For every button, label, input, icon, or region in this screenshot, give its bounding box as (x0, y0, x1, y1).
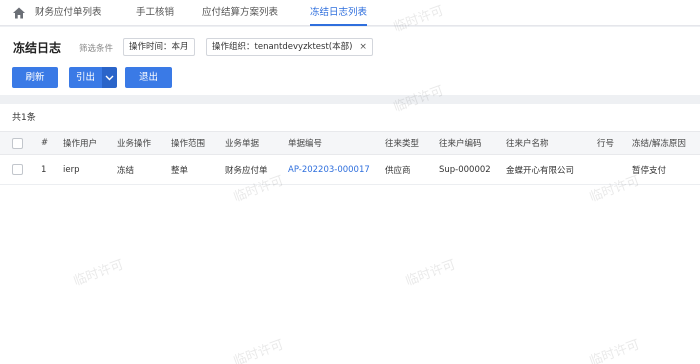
tab-freeze-log[interactable]: 冻结日志列表 (310, 0, 368, 26)
page-title: 冻结日志 (13, 41, 62, 55)
col-header-reason[interactable]: 冻结/解冻原因 (632, 132, 686, 154)
cell-index: 1 (41, 164, 47, 175)
cell-user: ierp (63, 164, 80, 175)
filter-label: 筛选条件 (79, 44, 114, 54)
filter-tag-org[interactable]: 操作组织：tenantdevyzktest(本部) × (206, 38, 373, 56)
col-header-operation[interactable]: 业务操作 (117, 132, 151, 154)
filter-tag-org-label: 操作组织：tenantdevyzktest(本部) (212, 42, 353, 52)
tab-bar: 财务应付单列表 手工核销 应付结算方案列表 冻结日志列表 (0, 0, 700, 26)
cell-reason: 暂停支付 (632, 165, 667, 176)
select-all-checkbox[interactable] (12, 137, 23, 149)
export-split-button: 引出 (69, 67, 117, 88)
cell-document: 财务应付单 (225, 165, 268, 176)
col-header-partner-code[interactable]: 往来户编码 (439, 132, 482, 154)
page-header: 冻结日志 筛选条件 操作时间：本月 操作组织：tenantdevyzktest(… (0, 27, 700, 95)
chevron-down-icon (105, 75, 114, 80)
cell-operation: 冻结 (117, 165, 135, 176)
col-header-scope[interactable]: 操作范围 (171, 132, 205, 154)
refresh-button[interactable]: 刷新 (12, 67, 58, 88)
col-header-document[interactable]: 业务单据 (225, 132, 259, 154)
table-panel: 共1条 # 操作用户 业务操作 操作范围 业务单据 单据编号 往来类型 往来户编… (0, 104, 700, 364)
tab-ap-list[interactable]: 财务应付单列表 (35, 0, 102, 26)
col-header-user[interactable]: 操作用户 (63, 132, 97, 154)
filter-tag-time[interactable]: 操作时间：本月 (123, 38, 195, 56)
close-icon[interactable]: × (359, 42, 367, 52)
col-header-index: # (41, 138, 49, 148)
cell-partner-name: 金蝶开心有限公司 (506, 165, 575, 176)
export-button[interactable]: 引出 (69, 67, 102, 88)
table-row[interactable]: 1 ierp 冻结 整单 财务应付单 AP-202203-000017 供应商 … (0, 155, 700, 185)
cell-partner-code: Sup-000002 (439, 164, 491, 175)
col-header-partner-type[interactable]: 往来类型 (385, 132, 419, 154)
home-icon[interactable] (12, 6, 26, 20)
tab-settlement-scheme[interactable]: 应付结算方案列表 (202, 0, 278, 26)
exit-button[interactable]: 退出 (125, 67, 172, 88)
row-checkbox[interactable] (12, 164, 23, 175)
col-header-partner-name[interactable]: 往来户名称 (506, 132, 549, 154)
tab-manual-writeoff[interactable]: 手工核销 (136, 0, 174, 26)
record-count: 共1条 (12, 113, 36, 123)
table-header: # 操作用户 业务操作 操作范围 业务单据 单据编号 往来类型 往来户编码 往来… (0, 131, 700, 155)
col-header-bill-no[interactable]: 单据编号 (288, 132, 322, 154)
col-header-line-no[interactable]: 行号 (597, 132, 614, 154)
cell-partner-type: 供应商 (385, 165, 411, 176)
bill-no-link[interactable]: AP-202203-000017 (288, 155, 370, 184)
cell-scope: 整单 (171, 165, 189, 176)
export-dropdown[interactable] (102, 67, 117, 88)
